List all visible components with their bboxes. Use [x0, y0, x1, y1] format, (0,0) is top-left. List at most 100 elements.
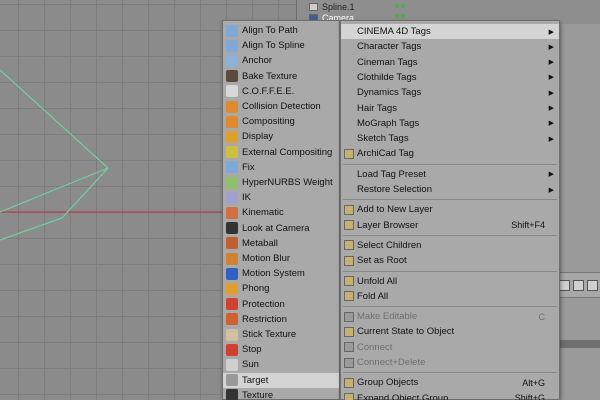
submenu-arrow-icon: ▶ — [548, 135, 554, 143]
current-state-icon — [344, 326, 354, 337]
menu-item-label: Unfold All — [357, 275, 398, 287]
tag-menu-item[interactable]: Kinematic — [223, 205, 339, 220]
object-label: Spline.1 — [322, 1, 355, 12]
select-children-icon — [344, 240, 354, 251]
context-menu-item[interactable]: Hair Tags ▶ — [341, 101, 559, 116]
menu-item-label: Make Editable — [357, 311, 418, 323]
menu-separator — [343, 270, 557, 272]
layer-add-icon — [344, 204, 354, 215]
motion-blur-icon — [226, 252, 238, 265]
tag-menu-item[interactable]: Motion System — [223, 266, 339, 281]
menu-item-label: Group Objects — [357, 377, 419, 389]
tag-menu-item[interactable]: Anchor — [223, 53, 339, 68]
display-icon — [226, 130, 238, 143]
context-menu-item[interactable]: Unfold All — [341, 274, 559, 289]
tag-menu-item[interactable]: Stop — [223, 342, 339, 357]
context-menu-item[interactable]: Sketch Tags ▶ — [341, 131, 559, 146]
context-menu-item[interactable]: Connect+Delete — [341, 355, 559, 370]
submenu-arrow-icon: ▶ — [548, 105, 554, 112]
menu-item-label: Align To Path — [242, 25, 298, 36]
tag-menu-item[interactable]: Metaball — [223, 236, 339, 251]
tag-menu-item[interactable]: Texture — [223, 388, 339, 400]
context-menu-item[interactable]: ArchiCad Tag — [341, 146, 559, 161]
tag-menu-item[interactable]: Motion Blur — [223, 251, 339, 266]
dot-icon — [401, 4, 405, 8]
group-icon — [344, 377, 354, 388]
menu-separator — [343, 372, 557, 374]
context-menu-item[interactable]: Group Objects Alt+G — [341, 375, 559, 390]
stick-texture-icon — [226, 328, 238, 341]
phong-icon — [226, 282, 238, 295]
panel-icon[interactable] — [587, 279, 598, 291]
lock-icon[interactable] — [573, 279, 584, 291]
tag-menu-item[interactable]: Collision Detection — [223, 99, 339, 114]
menu-item-label: Expand Object Group — [357, 392, 449, 400]
object-row-spline[interactable]: Spline.1 — [309, 1, 355, 12]
context-menu-item[interactable]: Cineman Tags ▶ — [341, 55, 559, 70]
context-menu-item[interactable]: Fold All — [341, 289, 559, 304]
shortcut-label: Alt+G — [522, 377, 545, 388]
context-menu-item[interactable]: Load Tag Preset ▶ — [341, 167, 559, 182]
fold-icon — [344, 291, 354, 302]
sun-icon — [226, 358, 238, 371]
context-menu-item[interactable]: CINEMA 4D Tags ▶ — [341, 24, 559, 39]
menu-separator — [343, 306, 557, 308]
context-menu-item[interactable]: Layer Browser Shift+F4 — [341, 218, 559, 233]
context-menu-item[interactable]: MoGraph Tags ▶ — [341, 116, 559, 131]
external-compositing-icon — [226, 146, 238, 159]
tag-menu-item[interactable]: Phong — [223, 281, 339, 296]
context-menu-item[interactable]: Clothilde Tags ▶ — [341, 70, 559, 85]
submenu-arrow-icon: ▶ — [548, 120, 554, 128]
context-menu-item[interactable]: Connect — [341, 340, 559, 355]
dot-icon — [395, 4, 399, 8]
tag-menu-item[interactable]: Target — [223, 372, 339, 388]
connect-delete-icon — [344, 357, 354, 368]
menu-item-label: Metaball — [242, 237, 278, 249]
menu-item-label: Collision Detection — [242, 101, 321, 112]
submenu-arrow-icon: ▶ — [548, 89, 554, 97]
tag-menu-item[interactable]: Restriction — [223, 312, 339, 327]
panel-divider — [556, 340, 600, 348]
tag-menu-item[interactable]: Align To Path — [223, 23, 339, 38]
kinematic-icon — [226, 206, 238, 219]
context-menu-item[interactable]: Select Children — [341, 238, 559, 253]
context-menu-item[interactable]: Dynamics Tags ▶ — [341, 85, 559, 100]
tag-menu-item[interactable]: Compositing — [223, 114, 339, 129]
ik-icon — [226, 191, 238, 204]
align-spline-icon — [226, 39, 238, 52]
menu-item-label: Load Tag Preset — [357, 168, 427, 180]
menu-item-label: Restore Selection — [357, 184, 432, 195]
tag-menu-item[interactable]: Look at Camera — [223, 221, 339, 236]
connect-icon — [344, 342, 354, 353]
context-menu-item[interactable]: Character Tags ▶ — [341, 39, 559, 54]
menu-item-label: External Compositing — [242, 146, 333, 158]
tag-menu-item[interactable]: Sun — [223, 357, 339, 372]
tag-menu-item[interactable]: Display — [223, 129, 339, 144]
tag-menu-item[interactable]: External Compositing — [223, 145, 339, 160]
context-menu-item[interactable]: Expand Object Group Shift+G — [341, 391, 559, 400]
motion-system-icon — [226, 267, 238, 280]
menu-item-label: Clothilde Tags — [357, 71, 417, 83]
tag-menu-item[interactable]: C.O.F.F.E.E. — [223, 84, 339, 99]
tag-menu-item[interactable]: Protection — [223, 297, 339, 312]
set-root-icon — [344, 255, 354, 266]
menu-item-label: Connect — [357, 341, 393, 353]
menu-item-label: Phong — [242, 283, 270, 295]
context-menu-item[interactable]: Current State to Object — [341, 324, 559, 339]
dot-icon — [395, 14, 399, 18]
tag-menu-item[interactable]: Fix — [223, 160, 339, 175]
tag-menu-item[interactable]: Stick Texture — [223, 327, 339, 342]
menu-item-label: Add to New Layer — [357, 204, 433, 216]
context-menu-item[interactable]: Make Editable C — [341, 309, 559, 324]
tag-menu-item[interactable]: HyperNURBS Weight — [223, 175, 339, 190]
visibility-dots[interactable] — [395, 2, 407, 22]
context-menu-item[interactable]: Add to New Layer — [341, 202, 559, 217]
anchor-icon — [226, 54, 238, 67]
context-menu-item[interactable]: Set as Root — [341, 253, 559, 268]
menu-item-label: Dynamics Tags — [357, 87, 422, 99]
tag-menu-item[interactable]: IK — [223, 190, 339, 205]
tag-menu-item[interactable]: Align To Spline — [223, 38, 339, 53]
tag-menu-item[interactable]: Bake Texture — [223, 69, 339, 84]
context-menu-item[interactable]: Restore Selection ▶ — [341, 182, 559, 197]
search-icon[interactable] — [559, 279, 570, 291]
